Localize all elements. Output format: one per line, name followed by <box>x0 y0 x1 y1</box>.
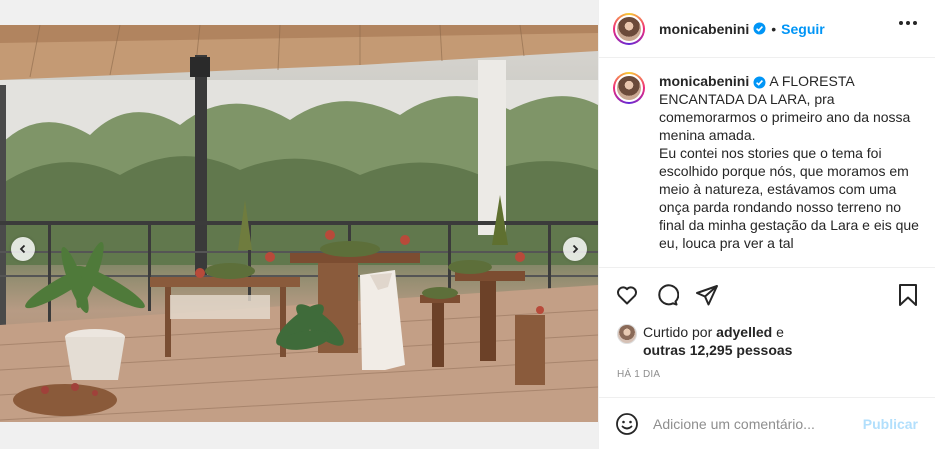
verified-badge-icon <box>753 76 766 89</box>
header-separator: • <box>771 20 777 37</box>
carousel-previous-button[interactable] <box>11 237 35 261</box>
caption-line-2: Eu contei nos stories que o tema foi esc… <box>659 145 919 251</box>
caption-text: monicabenini A FLORESTA ENCANTADA DA LAR… <box>659 72 923 262</box>
author-avatar[interactable] <box>613 12 645 45</box>
more-options-icon[interactable] <box>899 21 917 25</box>
comment-bubble-icon[interactable] <box>655 283 679 307</box>
emoji-icon[interactable] <box>615 412 639 436</box>
party-photo-illustration <box>0 25 598 422</box>
publish-button[interactable]: Publicar <box>863 416 918 432</box>
likes-conjunction: e <box>776 324 784 340</box>
carousel-next-button[interactable] <box>563 237 587 261</box>
chevron-right-icon <box>572 244 579 254</box>
comment-bar: Publicar <box>599 397 935 449</box>
follow-button[interactable]: Seguir <box>781 21 825 37</box>
comment-input[interactable] <box>653 415 853 432</box>
caption-username[interactable]: monicabenini <box>659 73 749 89</box>
liker-username[interactable]: adyelled <box>716 324 772 340</box>
save-bookmark-icon[interactable] <box>896 283 920 307</box>
post-actions: Curtido por adyelled e outras 12,295 pes… <box>599 267 935 380</box>
likes-others-suffix: pessoas <box>736 342 793 358</box>
likes-count-link[interactable]: outras 12,295 pessoas <box>643 341 792 359</box>
action-icons-row <box>615 283 920 307</box>
like-heart-icon[interactable] <box>615 283 639 307</box>
chevron-left-icon <box>19 244 26 254</box>
post-photo[interactable] <box>0 25 598 422</box>
share-paper-plane-icon[interactable] <box>695 283 719 307</box>
likes-summary: Curtido por adyelled e outras 12,295 pes… <box>617 323 792 359</box>
post-header: monicabenini • Seguir <box>599 0 935 58</box>
likes-count: 12,295 <box>689 342 733 358</box>
verified-badge-icon <box>753 22 766 35</box>
likes-others-prefix: outras <box>643 342 686 358</box>
post-timestamp[interactable]: HÁ 1 DIA <box>617 369 660 380</box>
caption-author-avatar[interactable] <box>613 72 645 104</box>
post-caption: monicabenini A FLORESTA ENCANTADA DA LAR… <box>613 72 923 262</box>
likes-prefix: Curtido por <box>643 324 713 340</box>
liker-avatar[interactable] <box>617 324 637 344</box>
author-username[interactable]: monicabenini <box>659 21 749 37</box>
post-side-panel: monicabenini • Seguir monicabenini A FLO… <box>598 0 935 449</box>
